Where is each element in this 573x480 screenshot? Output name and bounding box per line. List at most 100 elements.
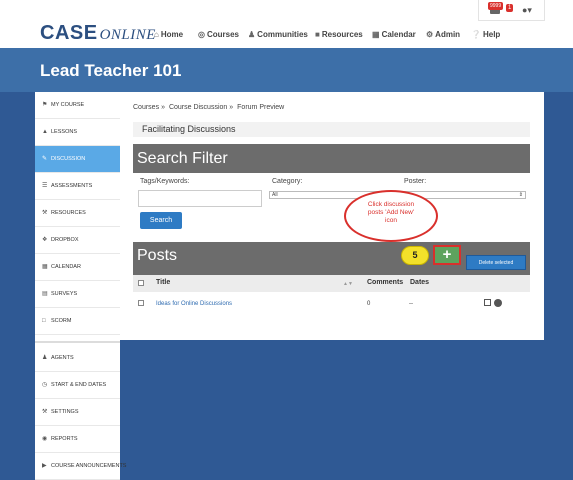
sidebar-item-assessments[interactable]: ☰ ASSESSMENTS	[35, 173, 120, 200]
sidebar-item-lessons[interactable]: ▲ LESSONS	[35, 119, 120, 146]
section-title: Facilitating Discussions	[133, 122, 530, 137]
sidebar-item-discussion[interactable]: ✎ DISCUSSION	[35, 146, 120, 173]
top-navigation: CASE ONLINE ⌂ Home ◎ Courses ♟ Communities ■…	[0, 22, 573, 48]
nav-help-label: Help	[482, 30, 501, 39]
logo-sub: ONLINE	[99, 27, 156, 43]
survey-icon: ▤	[42, 291, 48, 297]
agent-icon: ♟	[42, 355, 48, 361]
instruction-callout: Click discussion posts 'Add New' icon	[344, 190, 438, 242]
lessons-icon: ▲	[42, 129, 48, 135]
sidebar-item-course-announcements[interactable]: ▶ COURSE ANNOUNCEMENTS	[35, 453, 126, 480]
sidebar-item-reports[interactable]: ◉ REPORTS	[35, 426, 120, 453]
sidebar-item-label: REPORTS	[51, 436, 78, 442]
select-all-checkbox[interactable]	[138, 280, 144, 286]
notification-badge: 9999	[488, 2, 504, 10]
breadcrumb-separator: »	[229, 104, 234, 111]
sort-icon[interactable]: ▲▼	[343, 281, 353, 287]
sidebar-item-label: AGENTS	[51, 355, 74, 361]
post-dates: --	[409, 301, 413, 307]
nav-resources-label: Resources	[321, 30, 363, 39]
dropbox-icon: ❖	[42, 237, 48, 243]
column-dates[interactable]: Dates	[410, 279, 429, 286]
posts-title: Posts	[137, 247, 178, 264]
sidebar-item-label: SCORM	[51, 318, 72, 324]
search-button[interactable]: Search	[140, 212, 182, 229]
column-comments[interactable]: Comments	[367, 279, 403, 286]
breadcrumb-courses[interactable]: Courses	[133, 104, 159, 111]
notification-area: 9999 1 ●▾	[478, 0, 545, 21]
nav-home[interactable]: ⌂ Home	[154, 30, 183, 39]
home-icon: ⌂	[154, 30, 159, 39]
nav-calendar[interactable]: ▦ Calendar	[372, 30, 416, 39]
folder-icon: ■	[315, 30, 320, 39]
nav-admin-label: Admin	[435, 30, 461, 39]
message-badge: 1	[506, 4, 514, 12]
add-new-post-button[interactable]: +	[433, 245, 461, 265]
table-row: Ideas for Online Discussions 0 --	[133, 295, 530, 311]
sidebar-item-scorm[interactable]: □ SCORM	[35, 308, 120, 335]
list-icon: ☰	[42, 183, 48, 189]
communities-icon: ♟	[248, 30, 256, 39]
sidebar-divider	[35, 341, 120, 343]
flag-icon: ⚑	[42, 102, 48, 108]
poster-label: Poster:	[404, 178, 427, 185]
keywords-input[interactable]	[138, 190, 262, 207]
wrench-icon: ⚒	[42, 409, 48, 415]
nav-resources[interactable]: ■ Resources	[315, 30, 363, 39]
course-banner: Lead Teacher 101	[0, 48, 573, 92]
sidebar-item-label: LESSONS	[51, 129, 77, 135]
sidebar-item-agents[interactable]: ♟ AGENTS	[35, 345, 120, 372]
search-filter-header: Search Filter	[133, 144, 530, 173]
nav-admin[interactable]: ⚙ Admin	[426, 30, 460, 39]
edit-icon[interactable]	[484, 299, 491, 306]
nav-courses-label: Courses	[206, 30, 239, 39]
sidebar-item-calendar[interactable]: ▦ CALENDAR	[35, 254, 120, 281]
breadcrumb-separator: »	[161, 104, 165, 111]
gear-icon: ⚙	[426, 30, 434, 39]
nav-calendar-label: Calendar	[381, 30, 416, 39]
breadcrumb-course-discussion[interactable]: Course Discussion	[169, 104, 227, 111]
megaphone-icon: ▶	[42, 463, 47, 469]
breadcrumb: Courses» Course Discussion» Forum Previe…	[133, 104, 286, 111]
post-title-link[interactable]: Ideas for Online Discussions	[156, 301, 232, 307]
clock-icon: ◷	[42, 382, 48, 388]
delete-icon[interactable]	[494, 299, 502, 307]
calendar-icon: ▦	[372, 30, 380, 39]
nav-courses[interactable]: ◎ Courses	[198, 30, 239, 39]
sidebar-item-dropbox[interactable]: ❖ DROPBOX	[35, 227, 120, 254]
logo[interactable]: CASE ONLINE	[40, 22, 156, 45]
plus-icon: +	[442, 246, 452, 263]
sidebar-item-surveys[interactable]: ▤ SURVEYS	[35, 281, 120, 308]
sidebar-item-start-end-dates[interactable]: ◷ START & END DATES	[35, 372, 120, 399]
course-sidebar: ⚑ MY COURSE ▲ LESSONS ✎ DISCUSSION ☰ ASSESSM…	[35, 92, 126, 480]
user-menu-icon[interactable]: ●▾	[522, 5, 532, 16]
sidebar-item-label: START & END DATES	[51, 382, 107, 388]
column-title[interactable]: Title	[156, 279, 170, 286]
sidebar-item-label: DISCUSSION	[51, 156, 86, 162]
courses-icon: ◎	[198, 30, 205, 39]
logo-brand: CASE	[40, 22, 98, 44]
calendar-icon: ▦	[42, 264, 48, 270]
sidebar-item-label: ASSESSMENTS	[51, 183, 93, 189]
sidebar-item-settings[interactable]: ⚒ SETTINGS	[35, 399, 120, 426]
sidebar-item-label: SURVEYS	[51, 291, 78, 297]
wrench-icon: ⚒	[42, 210, 48, 216]
select-arrow-icon: ⇕	[518, 192, 523, 198]
sidebar-item-resources[interactable]: ⚒ RESOURCES	[35, 200, 120, 227]
delete-selected-button[interactable]: Delete selected	[466, 255, 526, 270]
category-select-value: All	[272, 192, 278, 198]
sidebar-item-label: CALENDAR	[51, 264, 81, 270]
nav-help[interactable]: ❔ Help	[471, 30, 500, 39]
post-comments-count: 0	[367, 301, 371, 307]
sidebar-item-label: COURSE ANNOUNCEMENTS	[51, 463, 127, 469]
sidebar-item-my-course[interactable]: ⚑ MY COURSE	[35, 92, 120, 119]
keywords-label: Tags/Keywords:	[140, 178, 190, 185]
sidebar-item-label: SETTINGS	[51, 409, 79, 415]
discussion-icon: ✎	[42, 156, 48, 162]
nav-home-label: Home	[160, 30, 184, 39]
category-label: Category:	[272, 178, 303, 185]
sidebar-item-label: MY COURSE	[51, 102, 85, 108]
row-checkbox[interactable]	[138, 300, 144, 306]
breadcrumb-forum-preview: Forum Preview	[237, 104, 285, 111]
nav-communities[interactable]: ♟ Communities	[248, 30, 308, 39]
